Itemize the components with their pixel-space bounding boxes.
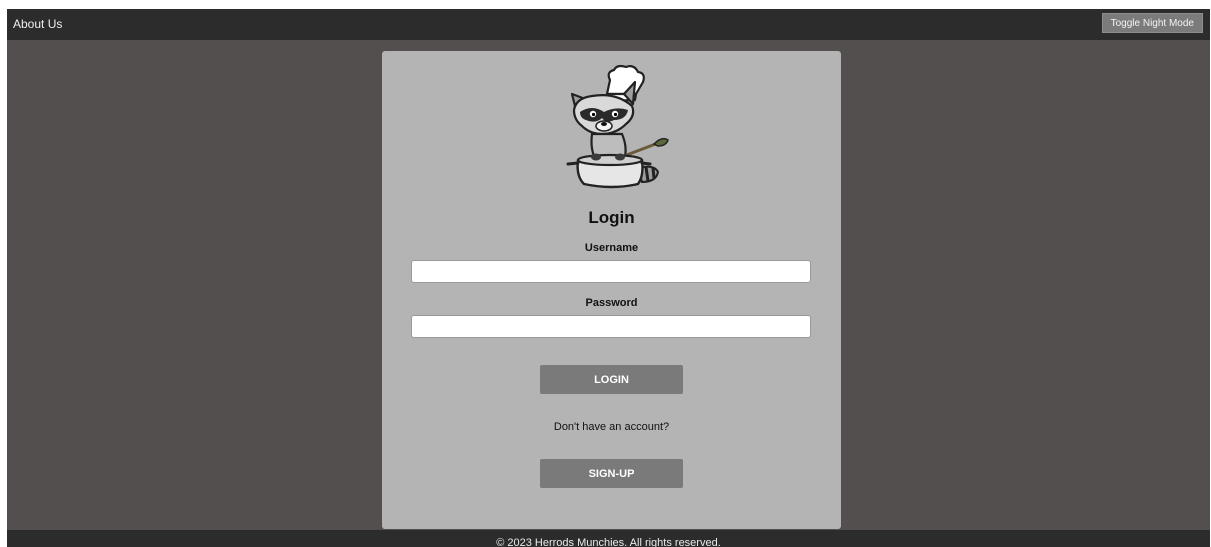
app-frame: About Us Toggle Night Mode Login Usernam…	[7, 9, 1210, 547]
about-us-link[interactable]: About Us	[13, 17, 62, 31]
password-label: Password	[585, 297, 638, 309]
login-card: Login Username Password LOGIN Don't have…	[382, 51, 841, 529]
toggle-night-mode-button[interactable]: Toggle Night Mode	[1101, 13, 1203, 33]
password-input[interactable]	[411, 315, 811, 338]
top-nav-bar: About Us Toggle Night Mode	[7, 9, 1210, 40]
no-account-text: Don't have an account?	[553, 421, 670, 433]
footer-bar: © 2023 Herrods Munchies. All rights rese…	[7, 530, 1210, 547]
footer-copyright: © 2023 Herrods Munchies. All rights rese…	[496, 537, 721, 547]
login-title: Login	[588, 208, 635, 227]
username-input[interactable]	[411, 260, 811, 283]
raccoon-chef-logo-icon	[566, 64, 669, 189]
sign-up-button[interactable]: SIGN-UP	[540, 459, 683, 488]
login-button[interactable]: LOGIN	[540, 365, 683, 394]
username-label: Username	[584, 242, 639, 254]
